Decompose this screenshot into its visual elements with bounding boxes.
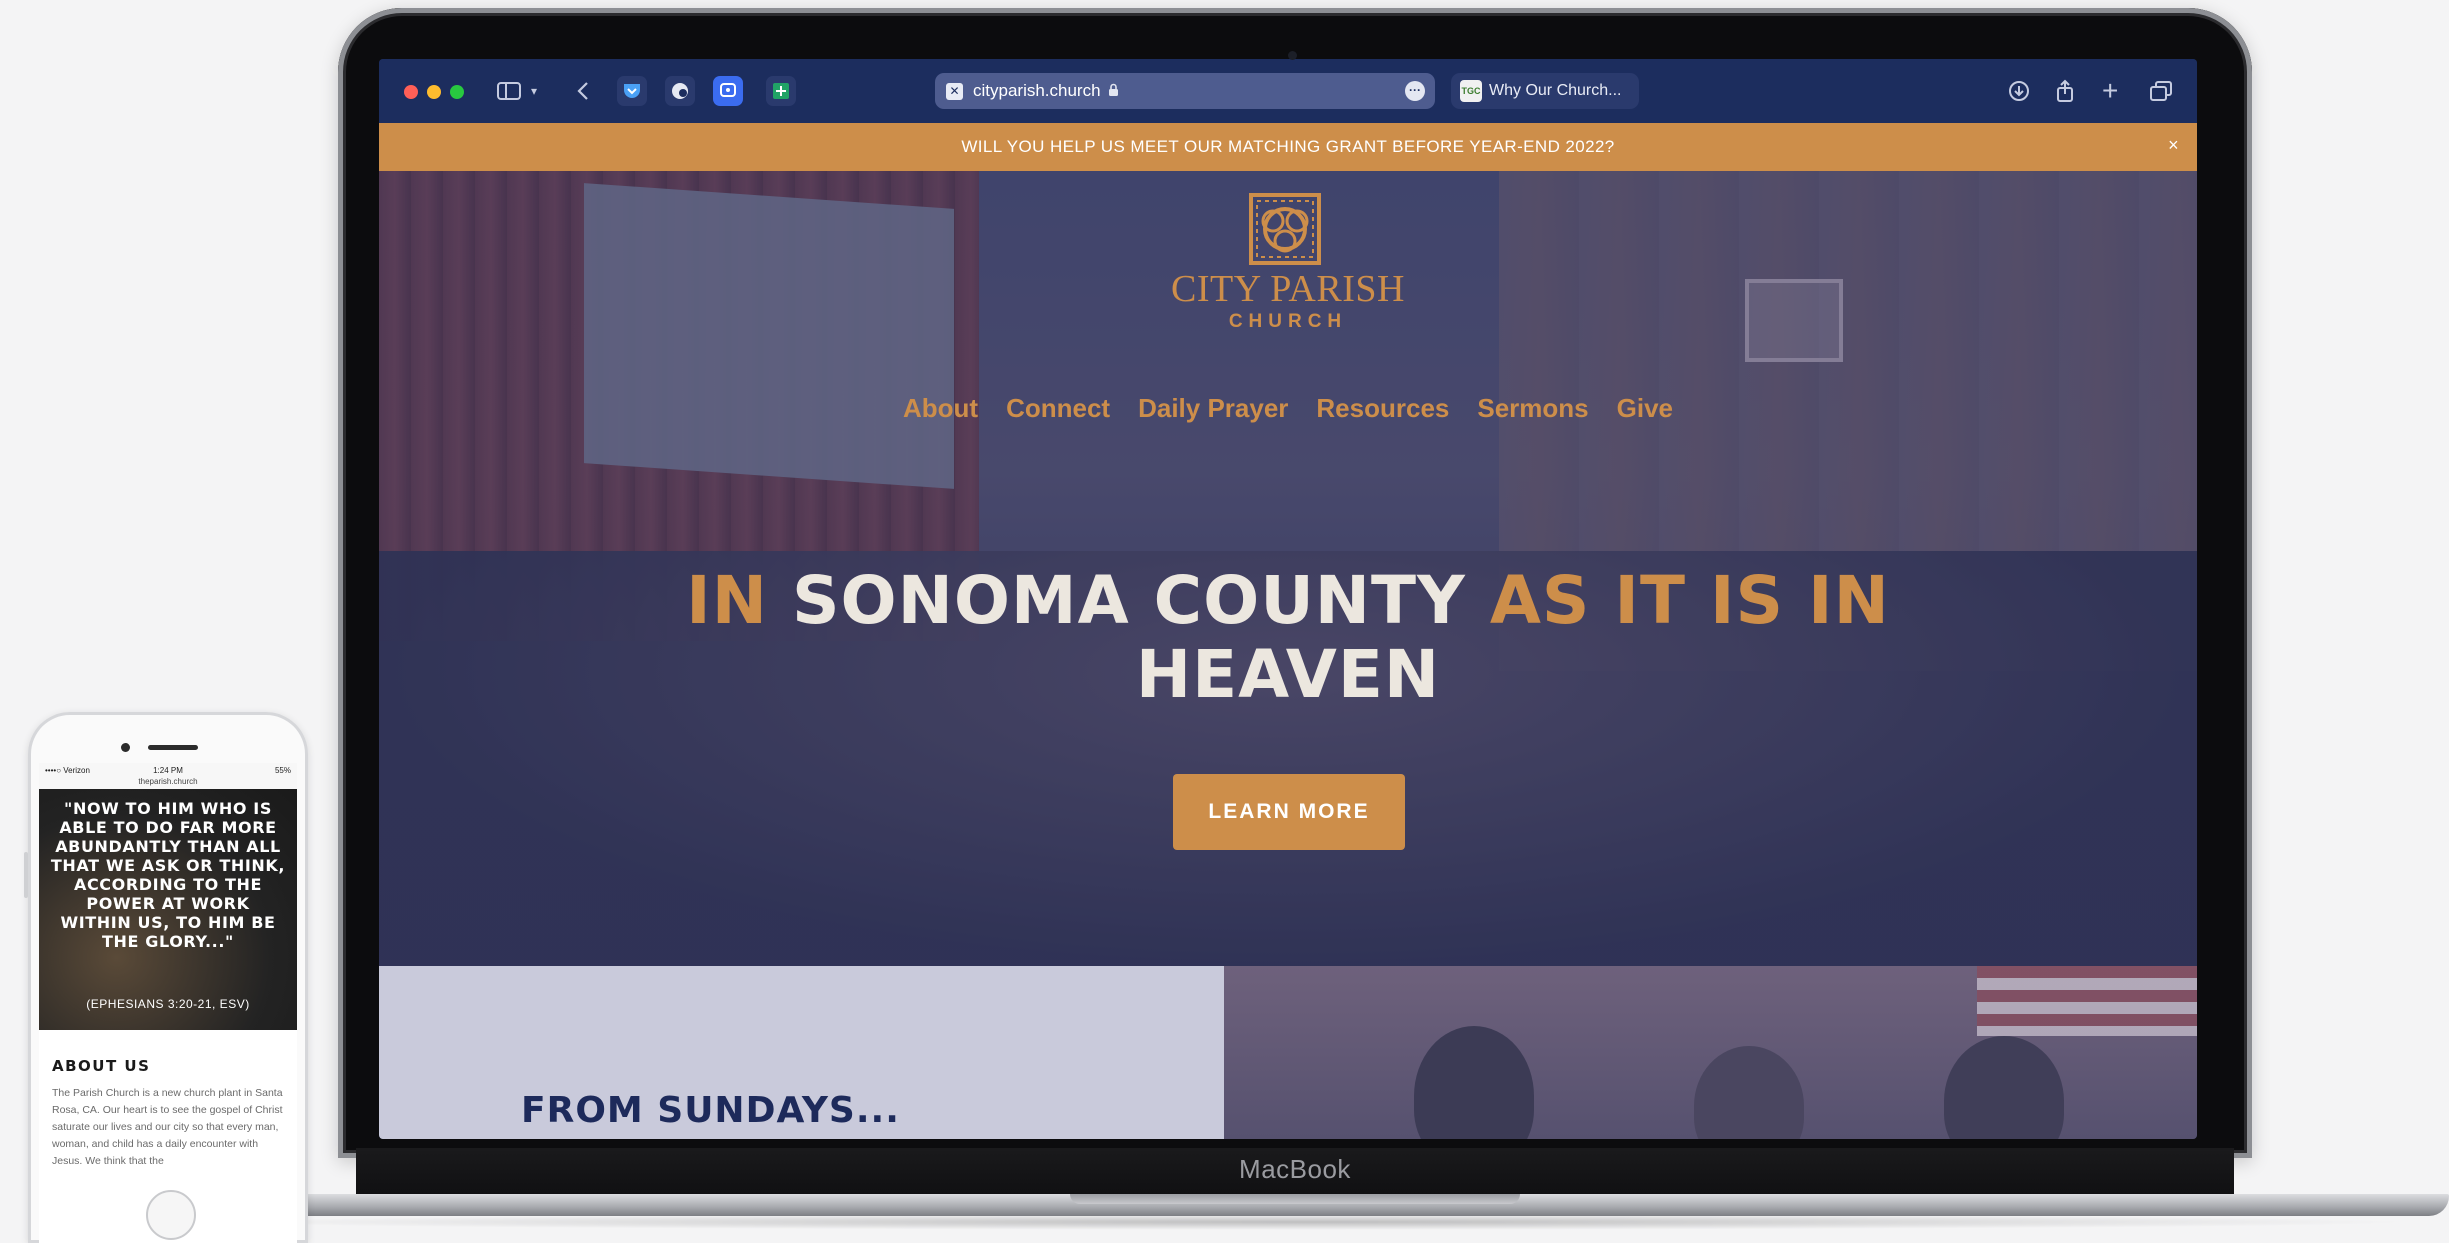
extension-icon[interactable] [766,76,796,106]
nav-item-daily-prayer[interactable]: Daily Prayer [1138,393,1288,424]
about-heading: ABOUT US [52,1057,151,1075]
scripture-quote: "NOW TO HIM WHO IS ABLE TO DO FAR MORE A… [50,799,286,951]
minimize-window-button[interactable] [427,85,441,99]
phone-status-bar: ••••○ Verizon 1:24 PM 55% theparish.chur… [39,763,297,789]
sundays-section: FROM SUNDAYS... [379,966,1224,1139]
plus-icon[interactable]: + [2102,75,2118,106]
phone-camera-icon [121,743,130,752]
chevron-down-icon[interactable]: ▾ [531,77,537,105]
zoom-window-button[interactable] [450,85,464,99]
photo-flag [1977,966,2197,1036]
headline-part-4: HEAVEN [1135,636,1441,713]
announcement-banner[interactable]: WILL YOU HELP US MEET OUR MATCHING GRANT… [379,123,2197,171]
phone-url[interactable]: theparish.church [39,777,297,786]
banner-text: WILL YOU HELP US MEET OUR MATCHING GRANT… [961,137,1615,156]
battery-label: 55% [274,766,291,775]
nav-item-connect[interactable]: Connect [1006,393,1110,424]
logo-name[interactable]: CITY PARISH [379,267,2197,311]
address-url: cityparish.church [973,81,1101,100]
tab-why-our-church[interactable]: TGC Why Our Church... [1451,73,1639,109]
lock-icon [1108,83,1119,100]
camera-icon [1288,51,1297,60]
tab-favicon-icon: TGC [1460,80,1482,102]
extension-icon[interactable] [665,76,695,106]
tab-title: Why Our Church... [1489,82,1622,99]
church-logo-icon[interactable] [1249,193,1321,265]
logo-subtitle: CHURCH [1228,311,1348,332]
phone-hero: "NOW TO HIM WHO IS ABLE TO DO FAR MORE A… [39,789,297,1030]
phone-home-button[interactable] [146,1190,196,1240]
status-time: 1:24 PM [153,766,183,775]
photo-person [1694,1046,1804,1139]
phone-screen: ••••○ Verizon 1:24 PM 55% theparish.chur… [39,763,297,1243]
phone-speaker [148,745,198,750]
extension-icon[interactable] [713,76,743,106]
main-nav: About Connect Daily Prayer Resources Ser… [379,393,2197,424]
headline-part-3: AS IT IS IN [1489,562,1890,639]
photo-person [1944,1036,2064,1139]
community-photo [1224,966,2197,1139]
headline-part-2: SONOMA COUNTY [791,562,1466,639]
phone-side-button [24,852,28,898]
laptop-chin: MacBook [356,1148,2234,1196]
phone-device: ••••○ Verizon 1:24 PM 55% theparish.chur… [24,712,308,1243]
learn-more-button[interactable]: LEARN MORE [1173,774,1405,850]
address-bar[interactable]: ✕ cityparish.church ··· [935,73,1435,109]
laptop-notch [1070,1194,1520,1204]
site-favicon-icon: ✕ [946,82,963,100]
nav-item-sermons[interactable]: Sermons [1477,393,1588,424]
close-icon[interactable]: × [2168,135,2179,156]
nav-item-about[interactable]: About [903,393,978,424]
headline-part-1: IN [686,562,768,639]
hero-headline: IN SONOMA COUNTY AS IT IS IN HEAVEN [379,564,2197,712]
about-body: The Parish Church is a new church plant … [52,1087,283,1167]
sidebar-icon[interactable] [497,77,521,105]
back-icon[interactable] [576,77,590,105]
share-icon[interactable] [2055,77,2075,105]
browser-toolbar: ▾ ✕ cityparish.church ··· TGC Why Our Ch… [379,59,2197,123]
hero-section: CITY PARISH CHURCH About Connect Daily P… [379,171,2197,966]
close-window-button[interactable] [404,85,418,99]
tabs-icon[interactable] [2149,77,2173,105]
scripture-reference: (EPHESIANS 3:20-21, ESV) [86,997,250,1011]
laptop-shadow [200,1214,2420,1230]
nav-item-resources[interactable]: Resources [1316,393,1449,424]
pocket-icon[interactable] [617,76,647,106]
more-options-icon[interactable]: ··· [1405,81,1425,101]
laptop-brand-label: MacBook [1239,1154,1351,1184]
photo-person [1414,1026,1534,1139]
nav-item-give[interactable]: Give [1617,393,1673,424]
section-heading: FROM SUNDAYS... [521,1090,900,1131]
laptop-screen: ▾ ✕ cityparish.church ··· TGC Why Our Ch… [379,59,2197,1139]
download-icon[interactable] [2008,77,2030,105]
